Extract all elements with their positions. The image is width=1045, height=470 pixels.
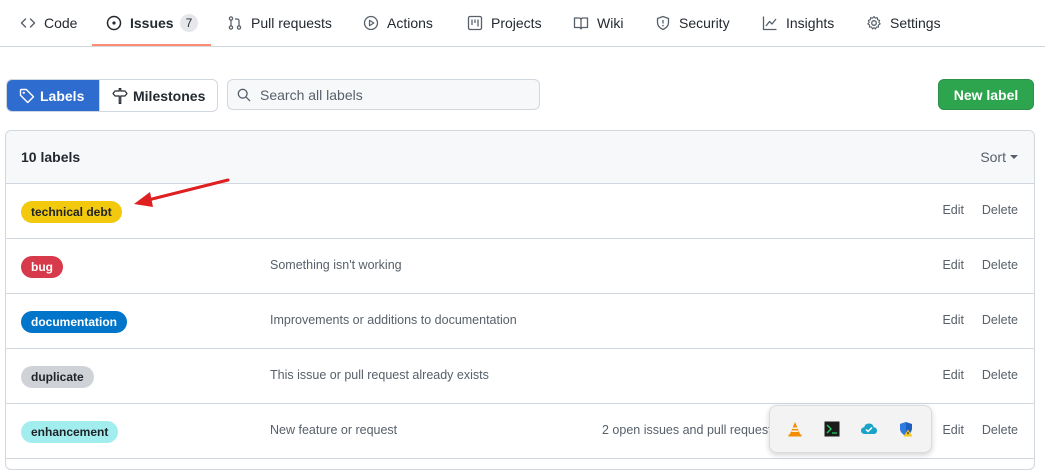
tag-icon xyxy=(19,88,35,103)
label-row: technical debt Edit Delete xyxy=(6,184,1034,239)
caret-down-icon xyxy=(1010,155,1018,159)
open-issues-link[interactable]: 2 open issues and pull request xyxy=(602,423,772,437)
tab-security[interactable]: Security xyxy=(655,0,730,46)
edit-button[interactable]: Edit xyxy=(942,258,964,272)
delete-button[interactable]: Delete xyxy=(982,368,1018,382)
label-description: Something isn't working xyxy=(270,258,402,272)
terminal-icon[interactable] xyxy=(822,419,842,439)
labels-milestones-switch: Labels Milestones xyxy=(6,79,219,112)
tab-settings[interactable]: Settings xyxy=(866,0,941,46)
labels-button[interactable]: Labels xyxy=(7,80,99,111)
book-icon xyxy=(573,17,589,30)
delete-button[interactable]: Delete xyxy=(982,258,1018,272)
sort-dropdown[interactable]: Sort xyxy=(980,149,1018,165)
label-badge[interactable]: enhancement xyxy=(21,421,119,443)
code-icon xyxy=(20,18,36,28)
label-description: This issue or pull request already exist… xyxy=(270,368,489,382)
tab-issues[interactable]: Issues 7 xyxy=(106,0,199,46)
delete-button[interactable]: Delete xyxy=(982,203,1018,217)
shield-icon xyxy=(656,15,670,31)
tab-label: Issues xyxy=(130,15,174,31)
label-row: documentation Improvements or additions … xyxy=(6,294,1034,349)
project-icon xyxy=(467,15,483,31)
play-icon xyxy=(363,15,379,31)
repo-tab-bar: Code Issues 7 Pull requests Actions Proj… xyxy=(0,0,1045,47)
issue-opened-icon xyxy=(106,15,122,31)
gear-icon xyxy=(867,15,881,30)
tab-label: Actions xyxy=(387,15,433,31)
selected-tab-underline xyxy=(92,44,211,46)
labels-count: 10 labels xyxy=(21,149,81,165)
labels-button-label: Labels xyxy=(40,87,85,104)
label-badge[interactable]: technical debt xyxy=(21,201,122,223)
label-row: duplicate This issue or pull request alr… xyxy=(6,349,1034,404)
edit-button[interactable]: Edit xyxy=(942,203,964,217)
edit-button[interactable]: Edit xyxy=(942,313,964,327)
tab-pull-requests[interactable]: Pull requests xyxy=(227,0,332,46)
label-badge[interactable]: duplicate xyxy=(21,366,94,388)
milestones-button-label: Milestones xyxy=(133,87,206,104)
edit-button[interactable]: Edit xyxy=(942,368,964,382)
labels-list-header: 10 labels Sort xyxy=(6,131,1034,184)
cloud-check-icon[interactable] xyxy=(859,419,879,439)
label-description: Improvements or additions to documentati… xyxy=(270,313,517,327)
shield-warning-icon[interactable] xyxy=(896,419,916,439)
delete-button[interactable]: Delete xyxy=(982,313,1018,327)
delete-button[interactable]: Delete xyxy=(982,423,1018,437)
label-badge[interactable]: documentation xyxy=(21,311,127,333)
tab-label: Pull requests xyxy=(251,15,332,31)
tab-label: Code xyxy=(44,15,78,31)
tab-wiki[interactable]: Wiki xyxy=(573,0,623,46)
tab-code[interactable]: Code xyxy=(20,0,77,46)
tab-label: Projects xyxy=(491,15,542,31)
issues-counter: 7 xyxy=(179,14,199,32)
new-label-button[interactable]: New label xyxy=(938,79,1034,110)
tab-label: Insights xyxy=(786,15,835,31)
edit-button[interactable]: Edit xyxy=(942,423,964,437)
graph-icon xyxy=(762,16,777,31)
label-badge[interactable]: bug xyxy=(21,256,63,278)
tab-projects[interactable]: Projects xyxy=(467,0,542,46)
search-input[interactable] xyxy=(260,86,520,103)
tab-label: Wiki xyxy=(597,15,624,31)
vlc-cone-icon[interactable] xyxy=(785,419,805,439)
tab-label: Settings xyxy=(890,15,941,31)
milestones-button[interactable]: Milestones xyxy=(99,80,218,111)
tab-actions[interactable]: Actions xyxy=(363,0,433,46)
tab-insights[interactable]: Insights xyxy=(762,0,834,46)
pull-request-icon xyxy=(228,16,242,30)
search-icon xyxy=(237,88,251,101)
label-description: New feature or request xyxy=(270,423,398,437)
sort-label: Sort xyxy=(980,149,1006,165)
system-tray-popup xyxy=(769,405,932,453)
label-search xyxy=(227,79,540,110)
label-row: bug Something isn't working Edit Delete xyxy=(6,239,1034,294)
tab-label: Security xyxy=(679,15,730,31)
milestone-icon xyxy=(112,87,128,104)
